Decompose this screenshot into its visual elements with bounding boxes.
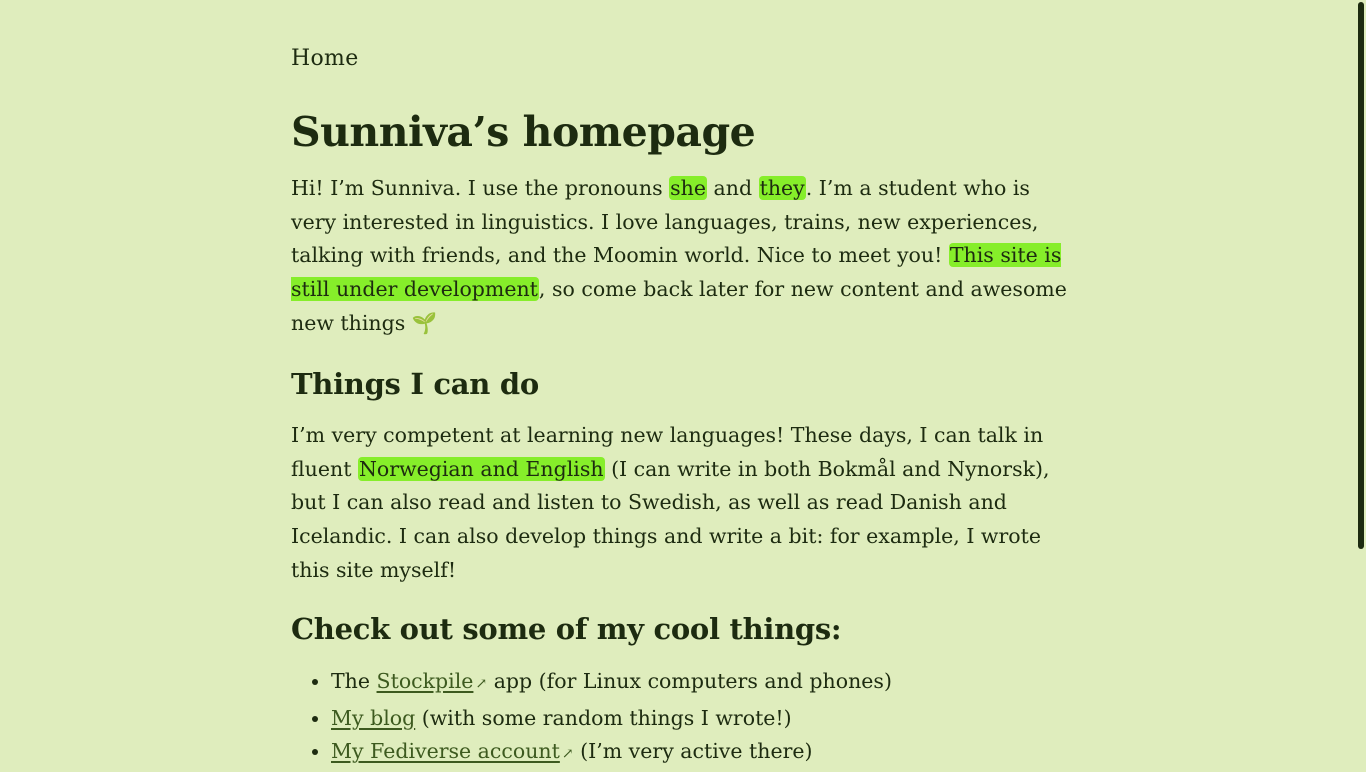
intro-text-2: and <box>707 176 759 200</box>
list-item-stockpile: The Stockpile↗ app (for Linux computers … <box>331 665 892 702</box>
list-item-prefix: The <box>331 669 377 693</box>
vertical-scrollbar[interactable] <box>1356 0 1366 768</box>
external-link-icon: ↗ <box>475 676 488 692</box>
list-item-suffix: (with some random things I wrote!) <box>415 705 792 730</box>
languages-highlight: Norwegian and English <box>357 456 605 481</box>
things-heading: Things I can do <box>291 367 539 401</box>
intro-paragraph: Hi! I’m Sunniva. I use the pronouns she … <box>291 172 1081 341</box>
scrollbar-thumb[interactable] <box>1358 2 1364 549</box>
intro-text-1: Hi! I’m Sunniva. I use the pronouns <box>291 176 670 200</box>
list-item-suffix: app (for Linux computers and phones) <box>487 669 892 693</box>
blog-link[interactable]: My blog <box>331 706 415 730</box>
stockpile-link[interactable]: Stockpile ↗ <box>377 669 488 693</box>
pronoun-she-highlight: she <box>669 176 707 200</box>
abilities-paragraph: I’m very competent at learning new langu… <box>291 419 1081 588</box>
pronoun-they-highlight: they <box>758 176 806 200</box>
stockpile-link-label: Stockpile <box>376 669 474 693</box>
list-item-fediverse: My Fediverse account↗ (I’m very active t… <box>331 735 892 772</box>
list-item-suffix: (I’m very active there) <box>573 739 813 764</box>
fediverse-link-label: My Fediverse account <box>331 739 560 764</box>
fediverse-link[interactable]: My Fediverse account ↗ <box>331 739 574 763</box>
page-title: Sunniva’s homepage <box>291 108 756 156</box>
cool-things-heading: Check out some of my cool things: <box>291 612 842 646</box>
cool-things-list: The Stockpile↗ app (for Linux computers … <box>291 665 892 772</box>
list-item-blog: My blog (with some random things I wrote… <box>331 702 892 736</box>
home-nav-link[interactable]: Home <box>291 46 359 71</box>
external-link-icon: ↗ <box>561 746 574 763</box>
